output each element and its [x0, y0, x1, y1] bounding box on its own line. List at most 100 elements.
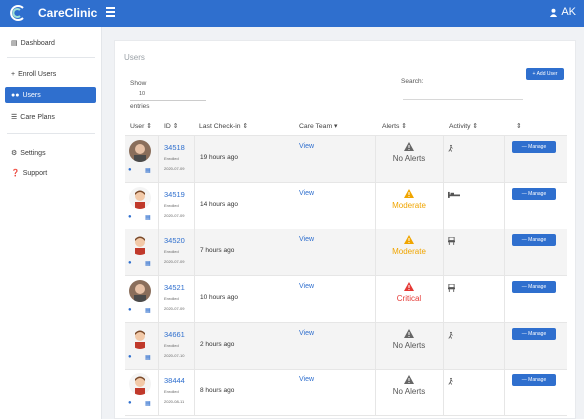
divider	[125, 275, 567, 276]
calendar-icon[interactable]: ▦	[145, 400, 151, 407]
list-icon: ☰	[11, 114, 18, 121]
sidebar-item-support[interactable]: ❓ Support	[5, 165, 96, 181]
user-menu[interactable]: AK	[549, 6, 576, 18]
user-id-link[interactable]: 34521	[164, 283, 185, 292]
divider	[194, 136, 195, 182]
care-team-view-link[interactable]: View	[299, 190, 314, 197]
divider	[158, 229, 159, 275]
chat-icon[interactable]: ●	[128, 167, 132, 173]
sidebar-item-users[interactable]: ●● Users	[5, 87, 96, 103]
column-header-user[interactable]: User ⇕	[130, 122, 152, 130]
add-user-button[interactable]: + Add User	[526, 68, 564, 80]
row-background	[125, 136, 567, 182]
chart-icon: ▤	[11, 40, 18, 47]
calendar-icon[interactable]: ▦	[145, 354, 151, 361]
column-header-last-checkin[interactable]: Last Check-in ⇕	[199, 122, 248, 130]
entries-select[interactable]: 10	[130, 89, 206, 101]
manage-button[interactable]: — Manage	[512, 328, 556, 340]
manage-button[interactable]: — Manage	[512, 234, 556, 246]
column-header-id[interactable]: ID ⇕	[164, 122, 178, 130]
divider	[504, 183, 505, 229]
sidebar-item-dashboard[interactable]: ▤ Dashboard	[5, 35, 96, 51]
column-header-activity[interactable]: Activity ⇕	[449, 122, 478, 130]
sidebar-item-care-plans[interactable]: ☰ Care Plans	[5, 109, 96, 125]
care-team-view-link[interactable]: View	[299, 283, 314, 290]
avatar[interactable]	[129, 373, 151, 395]
alert-status: Moderate	[392, 247, 426, 256]
user-id-link[interactable]: 34520	[164, 236, 185, 245]
manage-button[interactable]: — Manage	[512, 374, 556, 386]
divider	[375, 183, 376, 229]
calendar-icon[interactable]: ▦	[145, 214, 151, 221]
avatar[interactable]	[129, 140, 151, 162]
manage-button[interactable]: — Manage	[512, 188, 556, 200]
avatar[interactable]	[129, 327, 151, 349]
walk-activity-icon	[448, 377, 454, 388]
row-background	[125, 229, 567, 275]
column-header-actions[interactable]: ⇕	[516, 122, 522, 130]
enrollment-status: Enrolled	[164, 203, 179, 208]
divider	[375, 276, 376, 322]
search-label: Search:	[401, 78, 424, 85]
manage-button[interactable]: — Manage	[512, 141, 556, 153]
user-id-link[interactable]: 34518	[164, 143, 185, 152]
manage-button[interactable]: — Manage	[512, 281, 556, 293]
divider	[125, 415, 567, 416]
care-team-view-link[interactable]: View	[299, 376, 314, 383]
bed-activity-icon	[448, 191, 460, 200]
user-initials: AK	[561, 6, 576, 18]
care-team-view-link[interactable]: View	[299, 330, 314, 337]
divider	[504, 229, 505, 275]
divider	[158, 136, 159, 182]
divider	[443, 323, 444, 369]
divider	[375, 369, 376, 415]
care-team-view-link[interactable]: View	[299, 236, 314, 243]
divider	[194, 323, 195, 369]
calendar-icon[interactable]: ▦	[145, 260, 151, 267]
users-card: Users + Add User Show 10 entries Search:…	[114, 40, 576, 419]
alert-status: No Alerts	[392, 387, 426, 396]
last-checkin: 2 hours ago	[200, 341, 235, 348]
user-id-link[interactable]: 38444	[164, 376, 185, 385]
calendar-icon[interactable]: ▦	[145, 307, 151, 314]
column-header-care-team[interactable]: Care Team ▾	[299, 122, 337, 130]
sidebar-item-label: Enroll Users	[18, 70, 57, 78]
divider	[443, 369, 444, 415]
avatar[interactable]	[129, 233, 151, 255]
chat-icon[interactable]: ●	[128, 400, 132, 406]
user-id-link[interactable]: 34519	[164, 190, 185, 199]
care-team-view-link[interactable]: View	[299, 143, 314, 150]
last-checkin: 19 hours ago	[200, 154, 238, 161]
avatar[interactable]	[129, 280, 151, 302]
last-checkin: 8 hours ago	[200, 387, 235, 394]
last-checkin: 10 hours ago	[200, 294, 238, 301]
chat-icon[interactable]: ●	[128, 260, 132, 266]
column-header-alerts[interactable]: Alerts ⇕	[382, 122, 407, 130]
enrollment-date: 2020-07-09	[164, 213, 185, 218]
divider	[158, 323, 159, 369]
sidebar-item-settings[interactable]: ⚙ Settings	[5, 145, 96, 161]
divider	[443, 229, 444, 275]
enrollment-status: Enrolled	[164, 343, 179, 348]
enrollment-status: Enrolled	[164, 296, 179, 301]
user-id-link[interactable]: 34661	[164, 330, 185, 339]
chat-icon[interactable]: ●	[128, 214, 132, 220]
alert-status: No Alerts	[392, 341, 426, 350]
chat-icon[interactable]: ●	[128, 354, 132, 360]
walk-activity-icon	[448, 331, 454, 342]
avatar[interactable]	[129, 187, 151, 209]
divider	[194, 369, 195, 415]
gear-icon: ⚙	[11, 150, 18, 157]
divider	[443, 276, 444, 322]
search-input[interactable]	[403, 99, 523, 100]
sidebar-item-label: Support	[22, 169, 48, 177]
divider	[158, 276, 159, 322]
chat-icon[interactable]: ●	[128, 307, 132, 313]
divider	[443, 183, 444, 229]
calendar-icon[interactable]: ▦	[145, 167, 151, 174]
menu-toggle-icon[interactable]	[106, 7, 115, 17]
chair-activity-icon	[448, 283, 455, 294]
sidebar-item-enroll-users[interactable]: + Enroll Users	[5, 66, 96, 82]
divider	[375, 323, 376, 369]
enrollment-status: Enrolled	[164, 249, 179, 254]
